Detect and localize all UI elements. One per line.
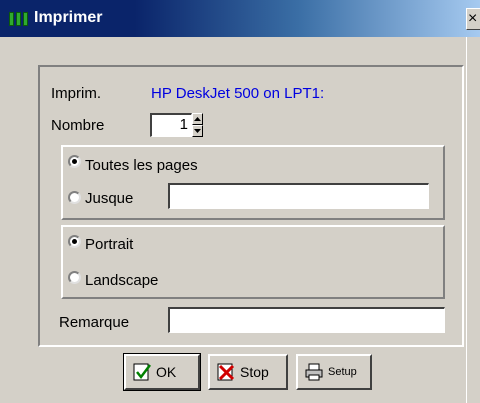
copies-label: Nombre [51, 117, 105, 134]
until-field[interactable] [168, 183, 429, 209]
radio-portrait[interactable] [68, 235, 81, 248]
setup-label: Setup [328, 366, 357, 378]
check-icon [133, 363, 151, 381]
stop-button[interactable]: Stop [208, 354, 288, 390]
arrow-up-icon [194, 117, 201, 121]
radio-until[interactable] [68, 191, 81, 204]
all-pages-label[interactable]: Toutes les pages [85, 157, 198, 174]
copies-stepper[interactable] [192, 113, 203, 137]
landscape-label[interactable]: Landscape [85, 272, 158, 289]
stop-label: Stop [240, 364, 269, 380]
ok-button[interactable]: OK [123, 353, 201, 391]
window-edge [466, 37, 480, 403]
stepper-up-button[interactable] [192, 113, 203, 125]
printer-app-icon [9, 12, 31, 26]
remark-label: Remarque [59, 314, 130, 331]
printer-icon [305, 363, 323, 381]
remark-field[interactable] [168, 307, 445, 333]
printer-label: Imprim. [51, 85, 101, 102]
title-bar: Imprimer × [0, 0, 480, 37]
until-label[interactable]: Jusque [85, 190, 133, 207]
radio-all-pages[interactable] [68, 155, 81, 168]
close-button[interactable]: × [466, 8, 480, 30]
printer-name: HP DeskJet 500 on LPT1: [151, 85, 325, 102]
setup-button[interactable]: Setup [296, 354, 372, 390]
cross-icon [217, 363, 235, 381]
window-title: Imprimer [34, 9, 103, 26]
copies-input[interactable]: 1 [150, 113, 192, 137]
stepper-down-button[interactable] [192, 125, 203, 137]
portrait-label[interactable]: Portrait [85, 236, 133, 253]
radio-landscape[interactable] [68, 271, 81, 284]
ok-label: OK [156, 364, 177, 380]
arrow-down-icon [194, 129, 201, 133]
